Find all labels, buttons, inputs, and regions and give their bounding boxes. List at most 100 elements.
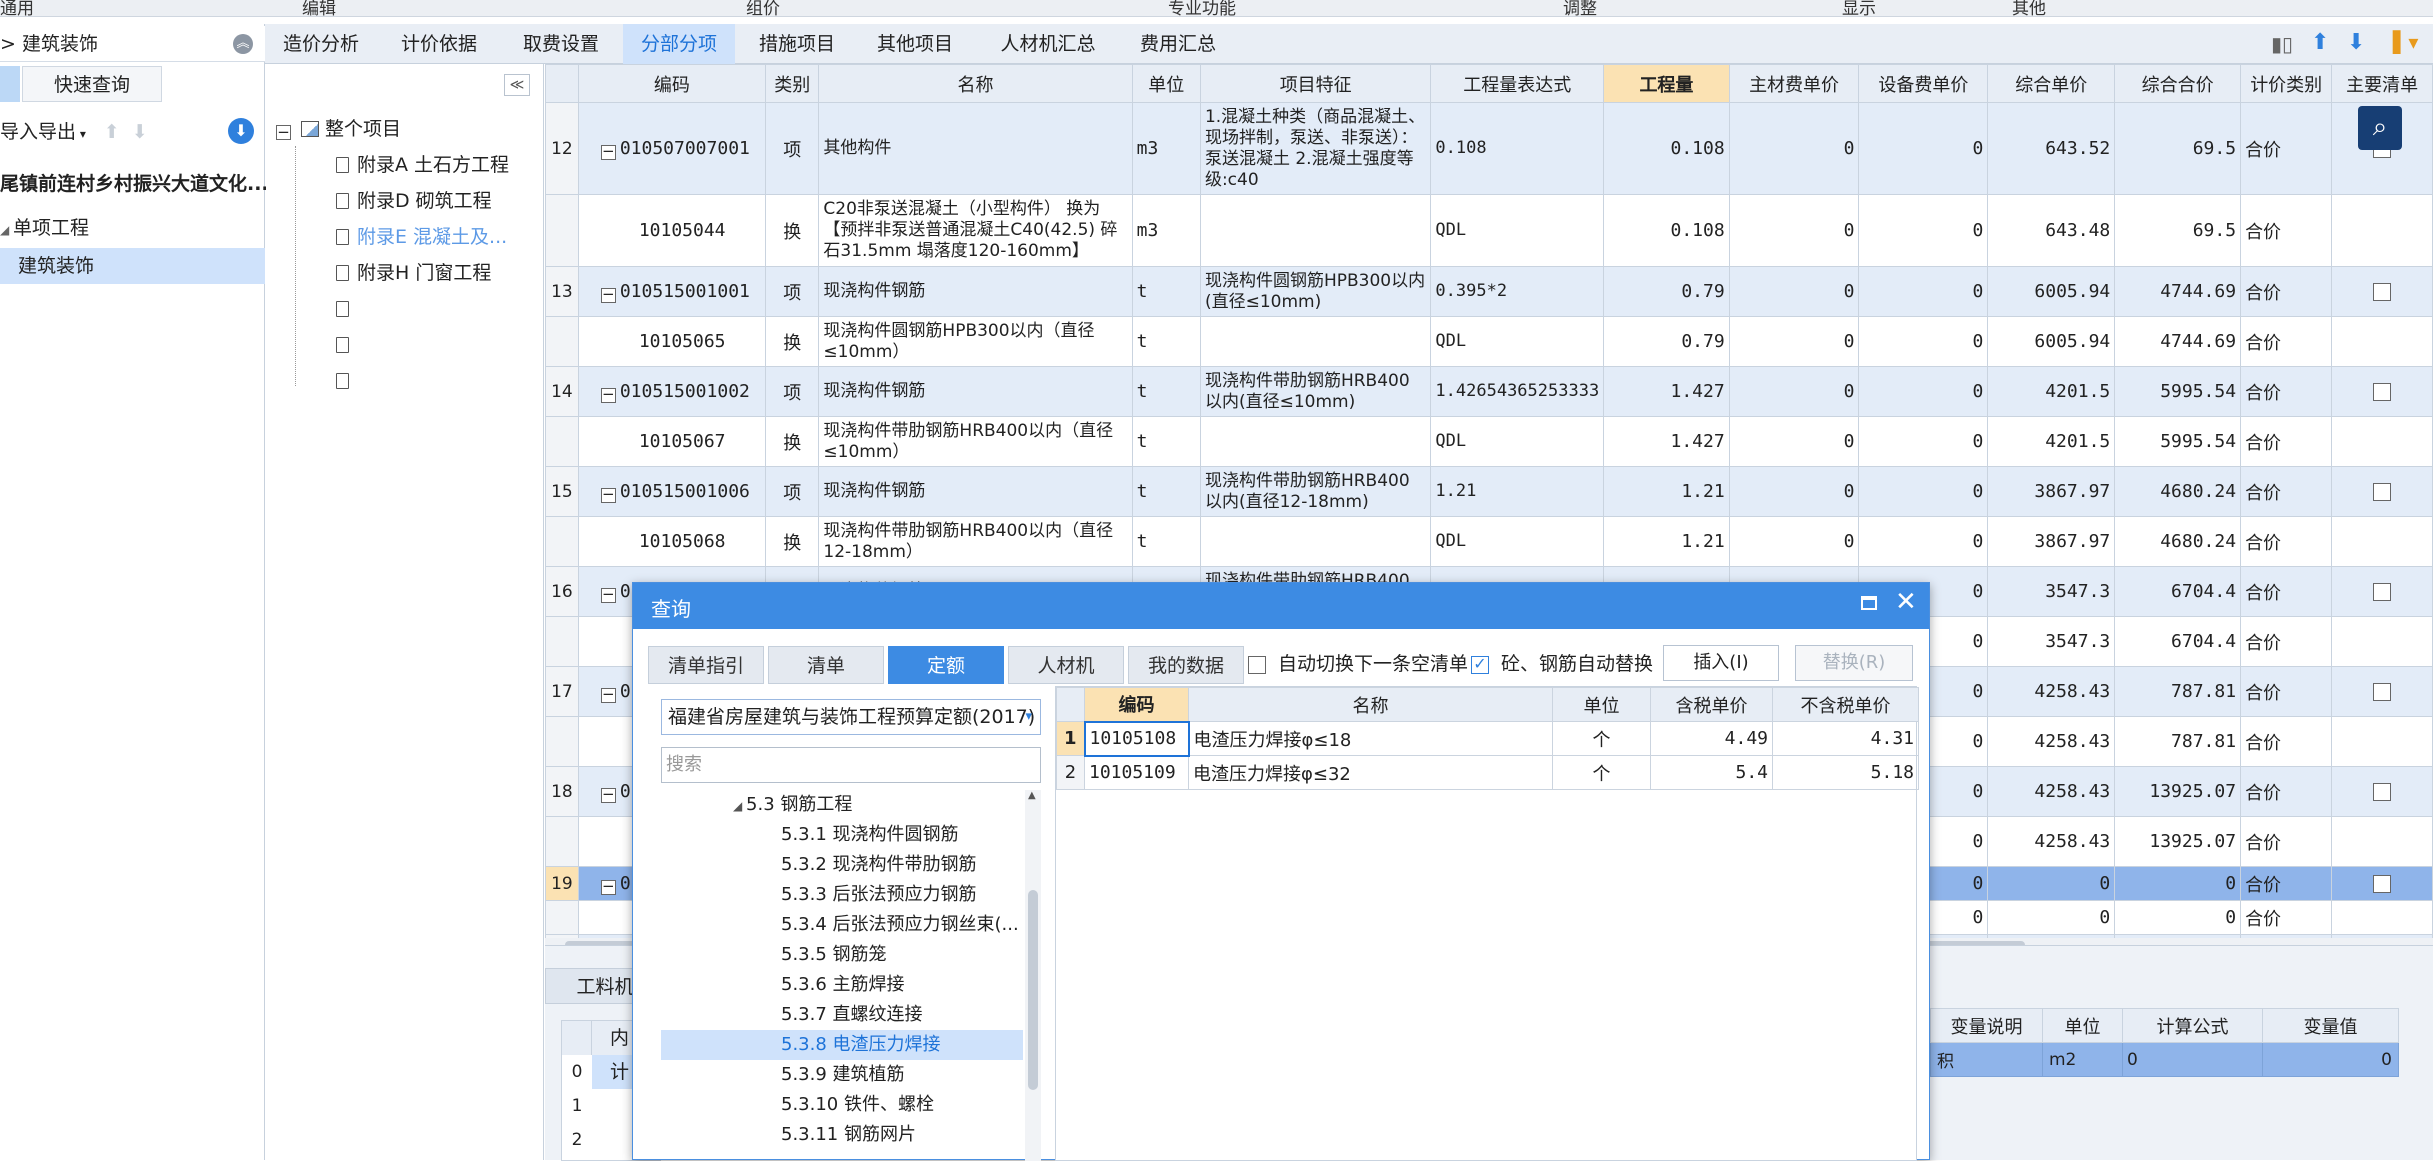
col-header-main-list[interactable]: 主要清单	[2331, 64, 2433, 103]
collapse-icon[interactable]: −	[600, 286, 616, 303]
collapse-icon[interactable]: −	[276, 125, 291, 140]
single-item-node[interactable]: ◢ 单项工程	[0, 210, 89, 246]
cell-main-list[interactable]	[2331, 716, 2433, 767]
cell-price[interactable]: 6005.94	[1987, 266, 2116, 317]
tab-other-items[interactable]: 其他项目	[859, 24, 971, 64]
menu-general[interactable]: 通用	[0, 0, 34, 16]
cell-dev[interactable]: 0	[1858, 366, 1989, 417]
cell-name[interactable]: 现浇构件圆钢筋HPB300以内（直径≤10mm）	[818, 316, 1133, 367]
cell-main-list[interactable]	[2331, 566, 2433, 617]
replace-button[interactable]: 替换(R)	[1795, 645, 1913, 681]
cell-main-list[interactable]	[2331, 666, 2433, 717]
cell-code[interactable]: −010515001002	[577, 366, 767, 417]
collapse-icon[interactable]: −	[600, 586, 616, 603]
quota-tree-node[interactable]: 5.3.5 钢筋笼	[661, 940, 1023, 970]
cell-dev[interactable]: 0	[1858, 516, 1989, 567]
bill-item-row[interactable]: 15−010515001006 项现浇构件钢筋 t 现浇构件带肋钢筋HRB400以内(…	[545, 466, 2433, 517]
column-setting-icon[interactable]: ▮▯	[2271, 32, 2293, 56]
search-input[interactable]: 搜索	[661, 747, 1041, 783]
cell-cat[interactable]: 合价	[2240, 666, 2333, 717]
cell-type[interactable]: 项	[765, 466, 820, 517]
cell-total[interactable]: 4744.69	[2114, 266, 2242, 317]
cell-total[interactable]: 69.5	[2114, 102, 2242, 195]
cell-total[interactable]: 4680.24	[2114, 516, 2242, 567]
cell-main-list[interactable]	[2331, 316, 2433, 367]
tree-vertical-scrollbar[interactable]: ▲	[1025, 790, 1041, 1161]
cell-name[interactable]: 现浇构件带肋钢筋HRB400以内（直径12-18mm）	[818, 516, 1133, 567]
quota-tree-node[interactable]: 5.3.4 后张法预应力钢丝束(...	[661, 910, 1023, 940]
cell-cat[interactable]: 合价	[2240, 416, 2333, 467]
cell-total[interactable]: 0	[2114, 900, 2242, 935]
scrollbar-thumb[interactable]	[1028, 890, 1038, 1090]
unit-item-node[interactable]: 建筑装饰	[0, 248, 265, 284]
cell-cat[interactable]: 合价	[2240, 366, 2333, 417]
cell-total[interactable]: 6704.4	[2114, 566, 2242, 617]
move-down-icon[interactable]: ⬇	[2347, 30, 2365, 55]
cell-cat[interactable]: 合价	[2240, 516, 2333, 567]
collapse-icon[interactable]: −	[600, 686, 616, 703]
cell-mat[interactable]: 0	[1728, 194, 1860, 267]
quota-col-notax-price[interactable]: 不含税单价	[1772, 687, 1919, 722]
quota-result-row[interactable]: 2 10105109 电渣压力焊接φ≤32 个 5.4 5.18	[1056, 755, 1919, 790]
main-list-checkbox[interactable]	[2373, 875, 2392, 893]
quota-tree-node[interactable]: 5.3.10 铁件、螺栓	[661, 1090, 1023, 1120]
quota-col-unit[interactable]: 单位	[1552, 687, 1651, 722]
cell-price[interactable]: 3547.3	[1987, 616, 2116, 667]
quota-item-row[interactable]: 10105044 换 C20非泵送混凝土（小型构件） 换为【预拌非泵送普通混凝土C4…	[545, 194, 2433, 267]
cell-price[interactable]: 6005.94	[1987, 316, 2116, 367]
cell-cat[interactable]: 合价	[2240, 102, 2333, 195]
left-tab-0[interactable]	[0, 66, 20, 102]
cell-dev[interactable]: 0	[1858, 266, 1989, 317]
cell-type[interactable]: 项	[765, 266, 820, 317]
quota-library-select[interactable]: 福建省房屋建筑与装饰工程预算定额(2017) ▾	[661, 699, 1041, 735]
cell-code[interactable]: 10105067	[577, 416, 767, 467]
menu-edit[interactable]: 编辑	[302, 0, 336, 16]
cell-feature[interactable]	[1199, 194, 1432, 267]
tree-item-appendix-e[interactable]: 附录E 混凝土及...	[336, 220, 507, 254]
cell-unit[interactable]: t	[1131, 466, 1201, 517]
auto-replace-option[interactable]: ✓ 砼、钢筋自动替换	[1471, 649, 1653, 679]
tab-pricing-basis[interactable]: 计价依据	[383, 24, 495, 64]
cell-type[interactable]: 换	[765, 316, 820, 367]
cell-unit[interactable]: t	[1131, 516, 1201, 567]
cell-expr[interactable]: 1.42654365253333	[1430, 366, 1605, 417]
collapse-up-icon[interactable]: ︽	[233, 34, 253, 54]
cell-feature[interactable]: 现浇构件带肋钢筋HRB400以内(直径≤10mm)	[1199, 366, 1432, 417]
menu-other[interactable]: 其他	[2012, 0, 2046, 16]
maximize-icon[interactable]	[1861, 596, 1877, 610]
col-header-unit-price[interactable]: 综合单价	[1987, 64, 2116, 103]
expand-triangle-icon[interactable]: ◢	[733, 799, 746, 813]
cell-total[interactable]: 6704.4	[2114, 616, 2242, 667]
cell-feature[interactable]: 1.混凝土种类（商品混凝土、现场拌制，泵送、非泵送）：泵送混凝土 2.混凝土强度…	[1199, 102, 1432, 195]
close-icon[interactable]: ✕	[1895, 587, 1917, 617]
cell-unit[interactable]: t	[1131, 366, 1201, 417]
menu-pricing[interactable]: 组价	[746, 0, 780, 16]
cell-type[interactable]: 换	[765, 516, 820, 567]
cell-expr[interactable]: QDL	[1430, 416, 1605, 467]
cell-unit[interactable]: t	[1131, 416, 1201, 467]
tab-cost-analysis[interactable]: 造价分析	[265, 24, 377, 64]
main-list-checkbox[interactable]	[2373, 583, 2392, 601]
cell-main-list[interactable]	[2331, 516, 2433, 567]
cell-code[interactable]: 10105068	[577, 516, 767, 567]
cell-main-list[interactable]	[2331, 616, 2433, 667]
auto-switch-checkbox[interactable]	[1248, 655, 1266, 674]
quota-tree-node-selected[interactable]: 5.3.8 电渣压力焊接	[661, 1030, 1023, 1060]
cell-expr[interactable]: QDL	[1430, 516, 1605, 567]
quota-result-row[interactable]: 1 10105108 电渣压力焊接φ≤18 个 4.49 4.31	[1056, 720, 1919, 757]
cell-feature[interactable]	[1199, 416, 1432, 467]
cell-price[interactable]: 0	[1987, 866, 2116, 901]
quota-tree-node[interactable]: 5.3.11 钢筋网片	[661, 1120, 1023, 1150]
main-list-checkbox[interactable]	[2373, 383, 2392, 401]
cell-code[interactable]: −010515001006	[577, 466, 767, 517]
quick-search-tab[interactable]: 快速查询	[22, 66, 162, 102]
cell-price[interactable]: 3867.97	[1987, 516, 2116, 567]
cell-name[interactable]: 现浇构件钢筋	[818, 466, 1133, 517]
cell-cat[interactable]: 合价	[2240, 766, 2333, 817]
cell-type[interactable]: 换	[765, 416, 820, 467]
cell-main-list[interactable]	[2331, 466, 2433, 517]
cell-mat[interactable]: 0	[1728, 366, 1860, 417]
quota-tree-node[interactable]: 5.3.3 后张法预应力钢筋	[661, 880, 1023, 910]
auto-switch-option[interactable]: 自动切换下一条空清单	[1248, 649, 1468, 679]
cell-mat[interactable]: 0	[1728, 316, 1860, 367]
